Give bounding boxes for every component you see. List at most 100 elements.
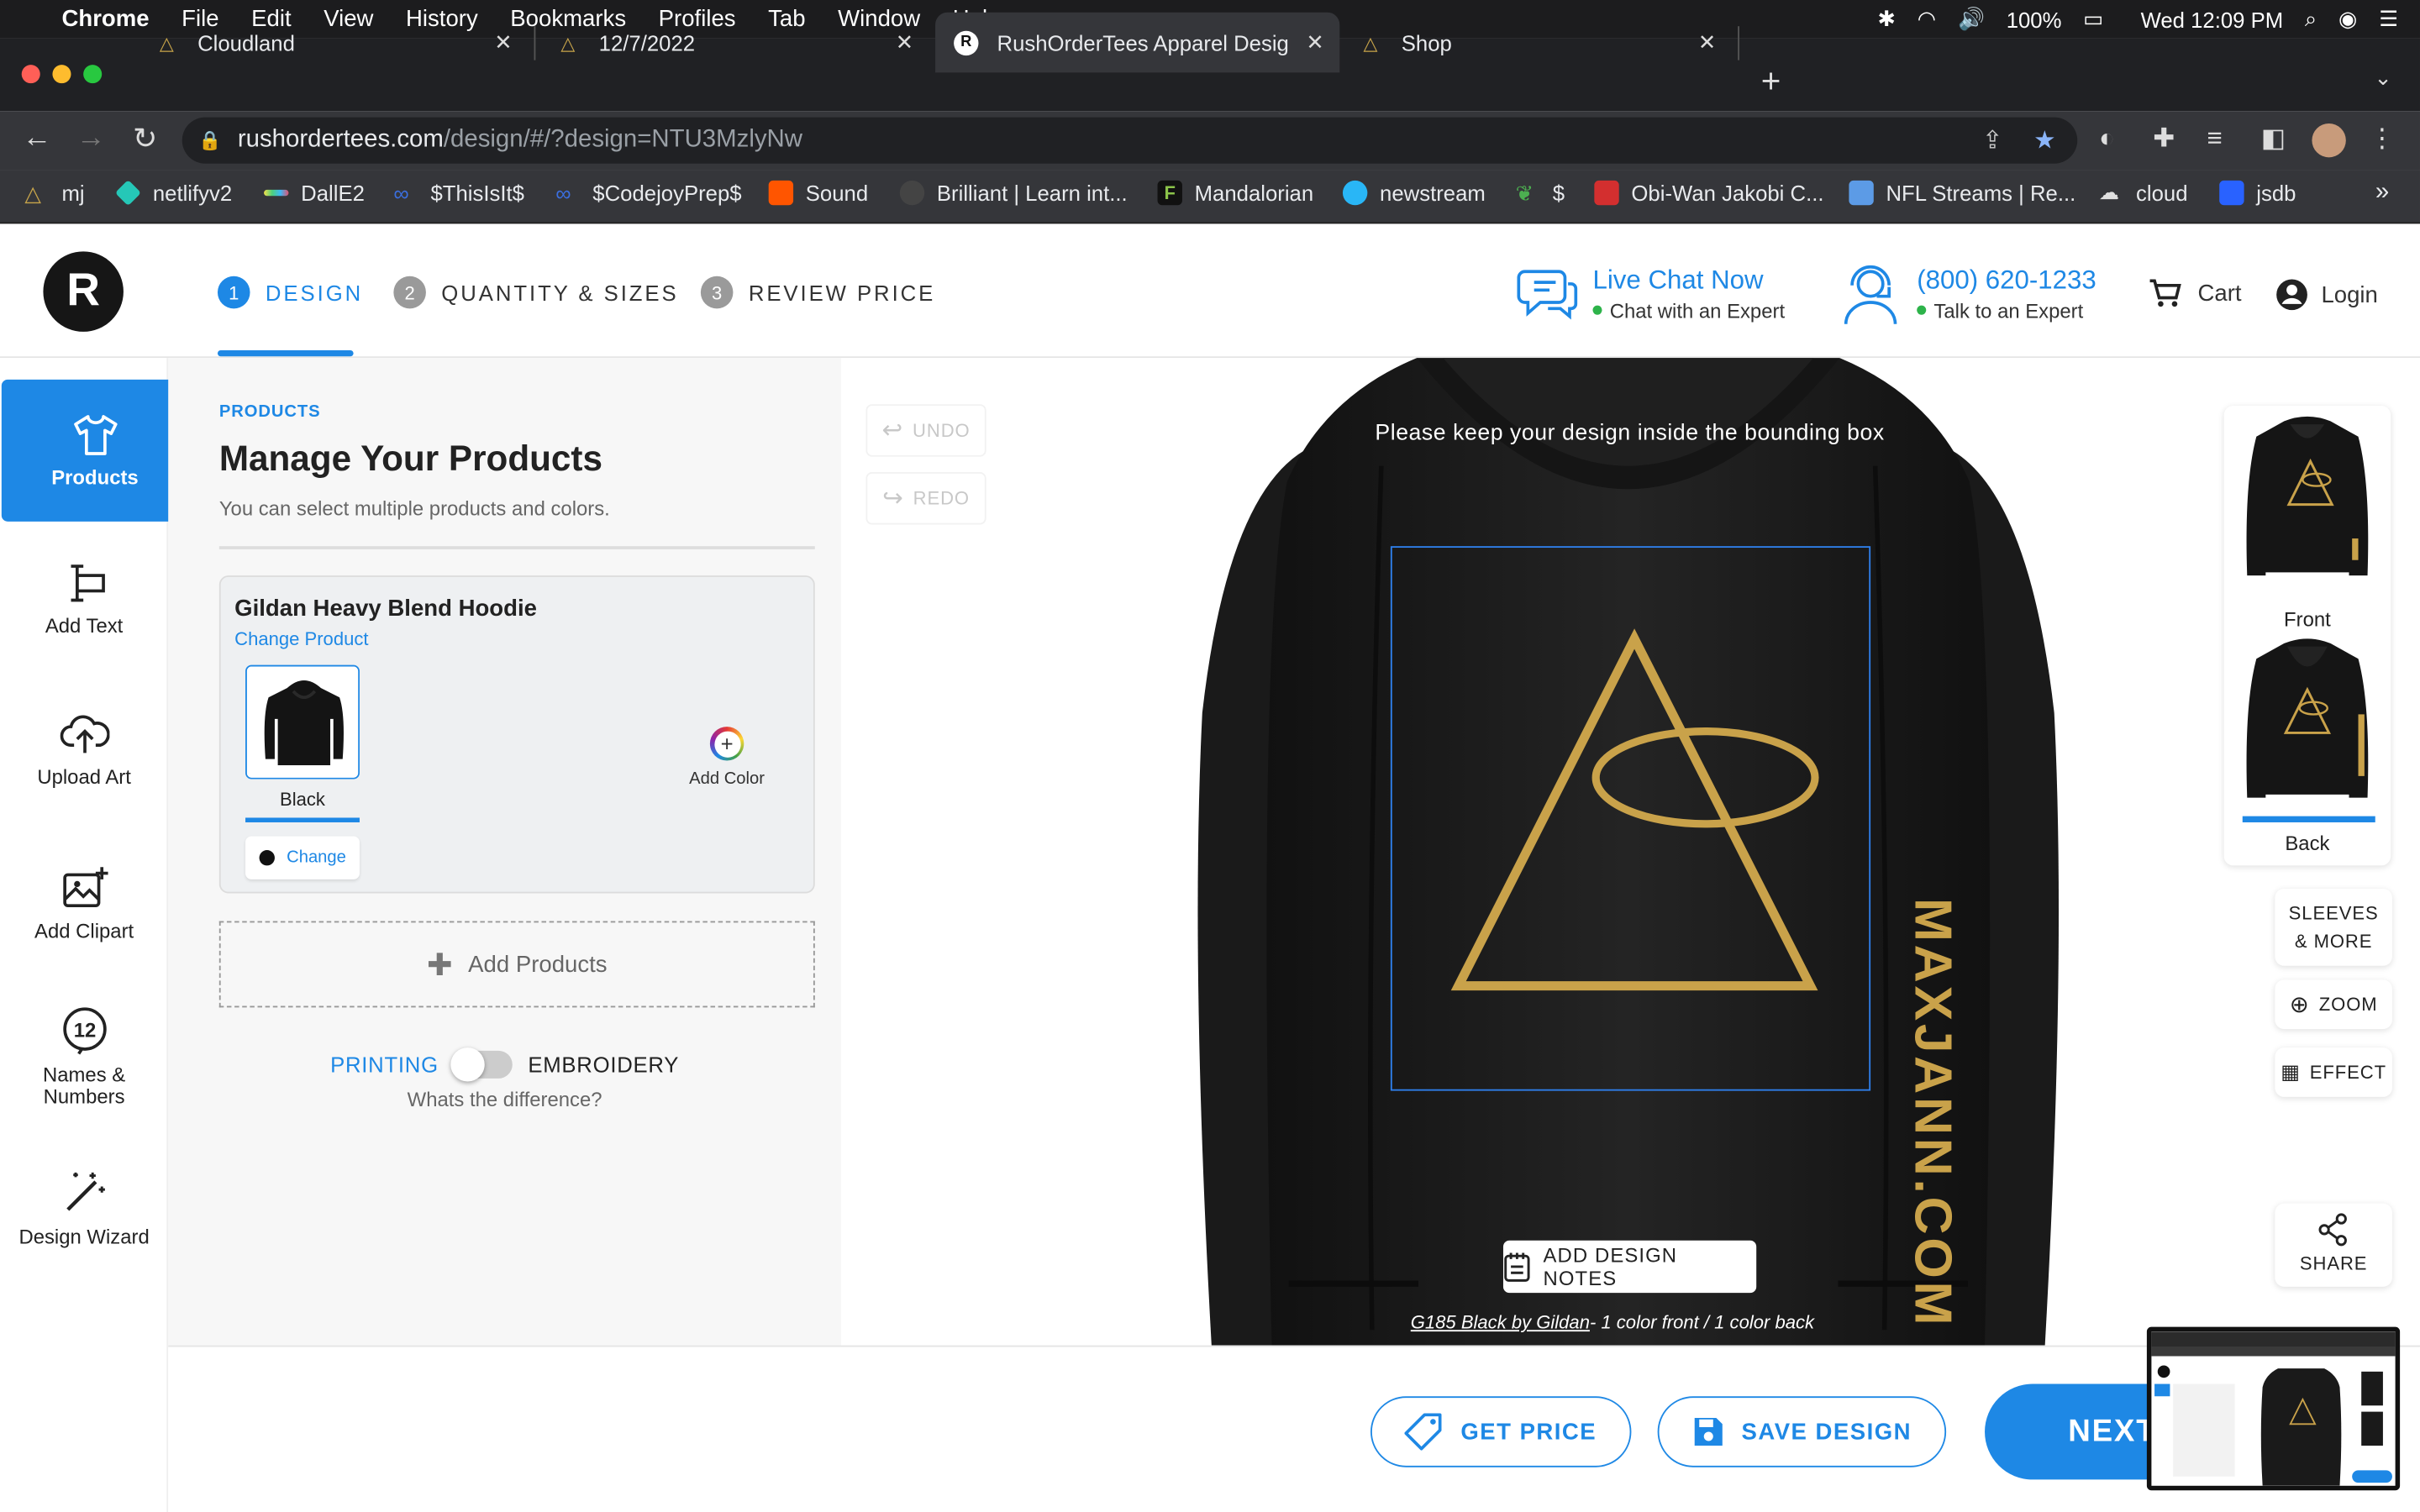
forward-arrow-icon[interactable]: →	[72, 122, 109, 155]
login-link[interactable]: Login	[2275, 278, 2378, 312]
step-review-price[interactable]: 3 REVIEW PRICE	[700, 276, 935, 309]
reload-icon[interactable]: ↻	[127, 122, 164, 157]
share-button[interactable]: SHARE	[2275, 1203, 2392, 1287]
bookmark-thisisit[interactable]: ∞ $ThisIsIt$	[393, 181, 524, 205]
browser-tab-shop[interactable]: △ Shop ✕	[1339, 13, 1732, 73]
new-tab-icon[interactable]: +	[1761, 61, 1781, 102]
bookmarks-bar: △ mj netlifyv2 DallE2 ∞ $ThisIsIt$ ∞ $Codej…	[0, 170, 2420, 224]
minimize-window-button[interactable]	[52, 65, 71, 84]
change-product-link[interactable]: Change Product	[234, 628, 368, 650]
bookmark-mj[interactable]: △ mj	[24, 181, 84, 205]
screenshot-preview-thumbnail[interactable]	[2146, 1326, 2401, 1491]
media-control-icon[interactable]: ≡	[2207, 123, 2223, 155]
swatch-label: Black	[280, 788, 325, 811]
step-design[interactable]: 1 DESIGN	[217, 276, 363, 309]
step-number: 2	[393, 276, 426, 309]
tool-products[interactable]: Products	[1, 379, 189, 522]
get-price-button[interactable]: GET PRICE	[1370, 1396, 1632, 1467]
lock-icon[interactable]: 🔒	[182, 129, 238, 151]
chrome-menu-icon[interactable]: ⋮	[2369, 123, 2395, 155]
bookmark-star-icon[interactable]: ★	[2033, 125, 2055, 156]
back-view-label[interactable]: Back	[2224, 832, 2391, 855]
sleeves-more-button[interactable]: SLEEVES & MORE	[2275, 888, 2392, 966]
tool-add-text[interactable]: Add Text	[0, 562, 168, 638]
volume-icon[interactable]: 🔊	[1958, 6, 1985, 32]
close-tab-icon[interactable]: ✕	[1698, 29, 1717, 55]
zoom-button[interactable]: ⊕ ZOOM	[2275, 979, 2392, 1030]
browser-tab-date[interactable]: △ 12/7/2022 ✕	[537, 13, 929, 73]
bookmark-sound[interactable]: Sound	[768, 180, 868, 206]
bookmark-jsdb[interactable]: jsdb	[2219, 180, 2296, 206]
bookmark-newstream[interactable]: newstream	[1342, 180, 1486, 206]
whats-the-difference-link[interactable]: Whats the difference?	[168, 1088, 841, 1111]
back-arrow-icon[interactable]: ←	[18, 122, 55, 155]
front-view-label[interactable]: Front	[2224, 608, 2391, 632]
bookmark-dalle2[interactable]: DallE2	[264, 181, 365, 205]
tool-label: Add Clipart	[34, 919, 134, 943]
browser-tab-cloudland[interactable]: △ Cloudland ✕	[136, 13, 529, 73]
tool-add-clipart[interactable]: Add Clipart	[0, 864, 168, 943]
live-chat-link[interactable]: Live Chat Now Chat with an Expert	[1512, 260, 1785, 328]
tool-names-numbers[interactable]: 12 Names & Numbers	[0, 1006, 168, 1108]
front-view-thumbnail[interactable]	[2241, 415, 2374, 588]
address-bar[interactable]: 🔒 rushordertees.com/design/#/?design=NTU…	[182, 117, 2078, 164]
image-add-icon	[62, 867, 108, 907]
control-center-icon[interactable]: ☰	[2379, 6, 2398, 32]
profile-avatar[interactable]	[2312, 123, 2346, 158]
bookmark-label: newstream	[1380, 180, 1486, 206]
printing-option[interactable]: PRINTING	[330, 1053, 439, 1077]
spotlight-search-icon[interactable]: ⌕	[2305, 6, 2317, 32]
back-view-thumbnail[interactable]	[2241, 638, 2374, 811]
save-design-button[interactable]: SAVE DESIGN	[1657, 1396, 1947, 1467]
rushordertees-logo[interactable]: R	[43, 251, 124, 332]
menubar-clock[interactable]: Wed 12:09 PM	[2141, 7, 2284, 31]
add-design-notes-button[interactable]: ADD DESIGN NOTES	[1502, 1240, 1757, 1294]
change-color-button[interactable]: Change	[245, 836, 360, 879]
add-products-button[interactable]: ✚ Add Products	[218, 921, 815, 1008]
close-tab-icon[interactable]: ✕	[1306, 29, 1324, 55]
bookmark-obiwan[interactable]: Obi-Wan Jakobi C...	[1594, 180, 1824, 206]
product-caption-link[interactable]: G185 Black by Gildan	[1411, 1311, 1590, 1333]
print-bounding-box[interactable]	[1390, 546, 1871, 1091]
bookmarks-overflow-icon[interactable]: »	[2375, 179, 2389, 207]
printing-embroidery-toggle[interactable]	[450, 1047, 513, 1082]
close-tab-icon[interactable]: ✕	[494, 29, 513, 55]
tab-title: Cloudland	[197, 29, 295, 55]
bookmark-netlifyv2[interactable]: netlifyv2	[114, 180, 232, 207]
step-quantity-sizes[interactable]: 2 QUANTITY & SIZES	[393, 276, 678, 309]
phone-link[interactable]: (800) 620-1233 Talk to an Expert	[1837, 260, 2096, 328]
cart-link[interactable]: Cart	[2149, 278, 2242, 309]
effect-button[interactable]: ▦ EFFECT	[2275, 1047, 2392, 1097]
extensions-puzzle-icon[interactable]: ✚	[2153, 123, 2175, 155]
color-swatch-black[interactable]	[245, 664, 360, 780]
share-page-icon[interactable]: ⇪	[1982, 125, 2003, 156]
undo-button[interactable]: ↩ UNDO	[865, 404, 986, 457]
extension-icon[interactable]: ◐	[2099, 123, 2115, 155]
tab-search-chevron-icon[interactable]: ⌄	[2374, 65, 2392, 91]
tool-upload-art[interactable]: Upload Art	[0, 713, 168, 789]
bookmark-brilliant[interactable]: Brilliant | Learn int...	[899, 180, 1128, 206]
zoom-window-button[interactable]	[83, 65, 103, 84]
embroidery-option[interactable]: EMBROIDERY	[528, 1053, 679, 1077]
wifi-icon[interactable]: ◠	[1918, 6, 1936, 32]
close-window-button[interactable]	[21, 65, 40, 84]
sleeve-print-text[interactable]: MAXJANN.COM	[1902, 898, 1962, 1328]
bookmark-mandalorian[interactable]: F Mandalorian	[1157, 180, 1313, 206]
add-color-button[interactable]: + Add Color	[681, 727, 773, 789]
side-panel-icon[interactable]: ◧	[2261, 123, 2286, 155]
bookmark-codejoyprep[interactable]: ∞ $CodejoyPrep$	[555, 181, 741, 205]
redo-button[interactable]: ↪ REDO	[865, 472, 986, 525]
bookmark-nfl-streams[interactable]: NFL Streams | Re...	[1849, 180, 2075, 206]
battery-icon[interactable]: ▭	[2083, 6, 2103, 32]
panel-title: Manage Your Products	[218, 438, 603, 479]
phone-number: (800) 620-1233	[1917, 264, 2096, 294]
close-tab-icon[interactable]: ✕	[896, 29, 914, 55]
change-color-label: Change	[287, 848, 346, 868]
tool-design-wizard[interactable]: Design Wizard	[0, 1167, 168, 1248]
browser-toolbar: ← → ↻ 🔒 rushordertees.com/design/#/?desi…	[0, 111, 2420, 171]
bluetooth-icon[interactable]: ✱	[1878, 6, 1897, 32]
bookmark-dollar[interactable]: ❦ $	[1516, 181, 1565, 205]
bookmark-cloud[interactable]: ☁ cloud	[2099, 181, 2188, 205]
browser-tab-rushordertees[interactable]: R RushOrderTees Apparel Design ✕	[935, 12, 1340, 73]
siri-icon[interactable]: ◉	[2338, 6, 2357, 32]
